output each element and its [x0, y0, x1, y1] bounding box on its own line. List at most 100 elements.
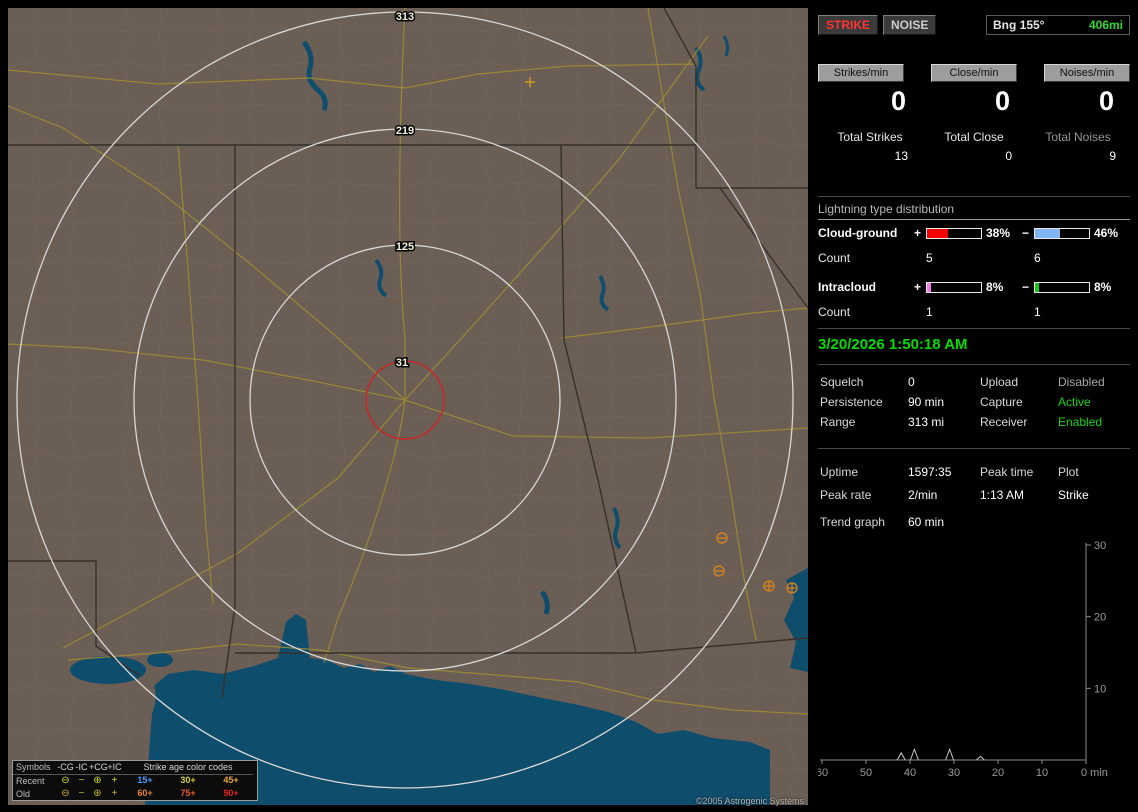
svg-text:30: 30 — [1094, 540, 1106, 552]
neg-cg-old-icon: ⊖ — [61, 788, 70, 799]
cloud-ground-neg-count: 6 — [1034, 251, 1041, 265]
cloud-ground-pos-pct: 38% — [986, 226, 1011, 240]
total-noises-value: 9 — [1109, 149, 1116, 163]
noises-per-min-value: 0 — [1098, 86, 1114, 116]
squelch-label: Squelch — [820, 375, 864, 389]
svg-text:30: 30 — [948, 767, 960, 779]
pos-cg-strike-icon — [786, 582, 798, 594]
svg-text:50: 50 — [860, 767, 872, 779]
noises-per-min-button[interactable]: Noises/min — [1044, 64, 1130, 82]
intracloud-pos-bar — [926, 281, 982, 293]
uptime-label: Uptime — [820, 464, 859, 479]
receiver-label: Receiver — [980, 415, 1028, 429]
svg-text:40: 40 — [904, 767, 916, 779]
noise-button[interactable]: NOISE — [883, 15, 937, 35]
capture-status: Active — [1058, 395, 1091, 409]
plot-label: Plot — [1058, 464, 1079, 479]
pos-ic-recent-icon: + — [111, 775, 118, 786]
age-code-90: 90+ — [223, 788, 239, 798]
close-per-min-button[interactable]: Close/min — [931, 64, 1017, 82]
distribution-title: Lightning type distribution — [818, 202, 1130, 220]
capture-label: Capture — [980, 395, 1023, 409]
ring-label-inner: 31 — [396, 357, 408, 369]
legend-col-neg-ic: -IC — [74, 761, 89, 775]
persistence-value: 90 min — [908, 395, 945, 409]
uptime-value: 1597:35 — [908, 464, 952, 479]
count-label: Count — [818, 305, 851, 319]
svg-text:10: 10 — [1036, 767, 1048, 779]
persistence-label: Persistence — [820, 395, 883, 409]
legend-col-pos-cg: +CG — [89, 761, 108, 775]
svg-text:20: 20 — [992, 767, 1004, 779]
range-label: Range — [820, 415, 856, 429]
strikes-per-min-button[interactable]: Strikes/min — [818, 64, 904, 82]
plot-value: Strike — [1058, 487, 1089, 502]
trend-graph: 10 20 30 60 50 40 30 20 10 0 min — [818, 540, 1108, 779]
ring-label-second: 219 — [396, 125, 414, 137]
trend-graph-period: 60 min — [908, 515, 945, 529]
close-per-min-value: 0 — [994, 86, 1010, 116]
cloud-ground-pos-count: 5 — [926, 251, 933, 265]
plus-sign: + — [914, 226, 922, 240]
pos-ic-old-icon: + — [111, 788, 118, 799]
bearing-distance: 406mi — [1088, 18, 1123, 32]
legend-old-label: Old — [16, 788, 31, 799]
age-code-60: 60+ — [137, 788, 153, 798]
total-strikes-label: Total Strikes — [837, 130, 903, 144]
status-panel: STRIKE NOISE Bng 155° 406mi Strikes/min … — [818, 8, 1130, 804]
receiver-status: Enabled — [1058, 415, 1103, 429]
legend-recent-label: Recent — [16, 775, 45, 786]
cloud-ground-neg-bar — [1034, 227, 1090, 239]
legend-age-title: Strike age color codes — [123, 761, 253, 775]
copyright-text: ©2005 Astrogenic Systems — [695, 796, 804, 806]
neg-ic-recent-icon: − — [78, 775, 85, 786]
legend-col-pos-ic: +IC — [106, 761, 123, 775]
neg-cg-recent-icon: ⊖ — [61, 775, 70, 786]
current-datetime: 3/20/2026 1:50:18 AM — [818, 336, 968, 353]
range-value: 313 mi — [908, 415, 945, 429]
map-area: 313 219 125 31 Symbols -CG -IC +CG +IC S… — [8, 8, 808, 806]
pos-cg-strike-icon — [763, 580, 775, 592]
peak-rate-value: 2/min — [908, 487, 938, 502]
lightning-map[interactable]: 313 219 125 31 — [8, 8, 808, 805]
intracloud-neg-pct: 8% — [1094, 280, 1112, 294]
bearing-readout: Bng 155° 406mi — [986, 15, 1130, 35]
ring-label-outer: 313 — [396, 11, 414, 23]
pos-cg-old-icon: ⊕ — [93, 788, 102, 799]
cloud-ground-neg-pct: 46% — [1094, 226, 1119, 240]
peak-rate-label: Peak rate — [820, 487, 872, 502]
plus-sign: + — [914, 280, 922, 294]
minus-sign: − — [1022, 226, 1030, 240]
neg-ic-old-icon: − — [78, 788, 85, 799]
total-strikes-value: 13 — [894, 149, 908, 163]
total-close-label: Total Close — [944, 130, 1004, 144]
intracloud-pos-pct: 8% — [986, 280, 1004, 294]
svg-text:10: 10 — [1094, 683, 1106, 695]
minus-sign: − — [1022, 280, 1030, 294]
squelch-value: 0 — [908, 375, 915, 389]
strike-button[interactable]: STRIKE — [818, 15, 879, 35]
svg-text:20: 20 — [1094, 612, 1106, 624]
legend-col-neg-cg: -CG — [57, 761, 74, 775]
age-code-45: 45+ — [223, 775, 239, 785]
symbol-legend: Symbols -CG -IC +CG +IC Strike age color… — [12, 760, 258, 801]
pos-cg-recent-icon: ⊕ — [93, 775, 102, 786]
svg-text:60: 60 — [818, 767, 828, 779]
bearing-label: Bng 155° — [993, 18, 1045, 32]
legend-symbols-title: Symbols — [13, 761, 57, 775]
intracloud-pos-count: 1 — [926, 305, 933, 319]
upload-label: Upload — [980, 375, 1019, 389]
cloud-ground-label: Cloud-ground — [818, 226, 898, 240]
total-noises-label: Total Noises — [1045, 130, 1111, 144]
age-code-30: 30+ — [180, 775, 196, 785]
peak-time-value: 1:13 AM — [980, 487, 1025, 502]
age-code-15: 15+ — [137, 775, 153, 785]
trend-graph-label: Trend graph — [820, 515, 885, 529]
intracloud-neg-count: 1 — [1034, 305, 1041, 319]
svg-text:0 min: 0 min — [1081, 767, 1108, 779]
count-label: Count — [818, 251, 851, 265]
ring-label-third: 125 — [396, 241, 414, 253]
intracloud-label: Intracloud — [818, 280, 877, 294]
age-code-75: 75+ — [180, 788, 196, 798]
upload-status: Disabled — [1058, 375, 1105, 389]
